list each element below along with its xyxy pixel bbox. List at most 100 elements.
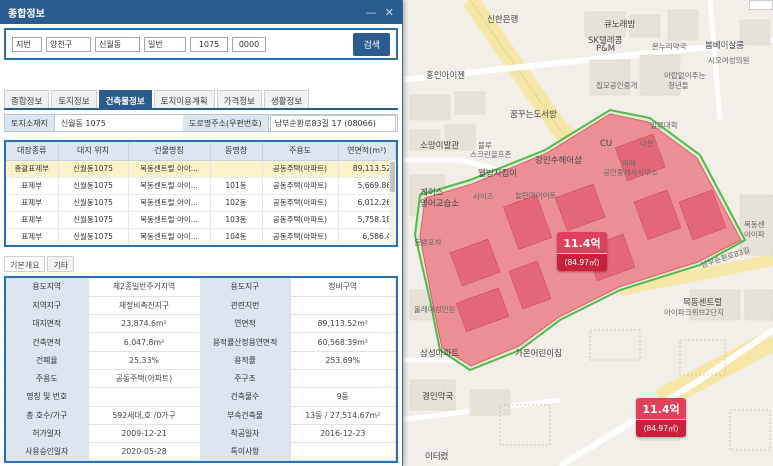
lot-type-select[interactable]: 일반 [144, 36, 186, 52]
map-label[interactable]: 소망이발관 [420, 139, 459, 151]
map-label[interactable]: 더몬 [640, 138, 654, 149]
detail-key: 건폐율 [6, 351, 89, 370]
detail-value: 89,113.52m² [290, 314, 396, 334]
close-icon[interactable]: ✕ [385, 6, 394, 19]
map-label[interactable]: 일류대학 [650, 120, 678, 131]
map-label[interactable]: CU [600, 139, 612, 149]
price-badge[interactable]: 11.4억 (84.97㎡) [557, 232, 607, 271]
detail-value: 공동주택(아파트) [88, 369, 201, 389]
minimize-icon[interactable]: — [366, 6, 377, 19]
table-cell: 표제부 [6, 177, 59, 195]
detail-key: 관련지번 [200, 296, 291, 316]
table-cell: 표제부 [6, 194, 59, 212]
price-area: (84.97㎡) [557, 253, 607, 271]
tab-other[interactable]: 기타 [47, 256, 75, 272]
table-scrollbar[interactable] [389, 160, 396, 245]
table-cell: 6,012.26 [338, 194, 396, 212]
district-select[interactable]: 양천구 [46, 36, 91, 52]
table-cell: 표제부 [6, 211, 59, 229]
detail-value [290, 442, 396, 462]
table-cell: 5,669.86 [338, 177, 396, 195]
detail-tabs: 기본개요 기타 [4, 256, 398, 272]
map-label[interactable]: 홍인아이젠 [426, 69, 465, 81]
dong-select[interactable]: 신월동 [95, 36, 140, 52]
col-header[interactable]: 연면적(m²) [338, 142, 396, 161]
col-header[interactable]: 건물명칭 [128, 142, 211, 161]
col-header[interactable]: 대장종류 [6, 142, 59, 161]
search-type-select[interactable]: 지번 [12, 36, 42, 52]
table-cell [210, 160, 263, 178]
tab-living[interactable]: 생활정보 [263, 90, 310, 108]
map-label[interactable]: 올레아성인원 [414, 304, 455, 315]
map-label[interactable]: 이터렸 [425, 450, 448, 462]
price-value: 11.4억 [636, 398, 686, 419]
tab-building[interactable]: 건축물정보 [98, 90, 152, 108]
map-label[interactable]: 영어교습소 [420, 197, 459, 209]
table-cell: 6,586.4 [338, 228, 396, 245]
detail-value: 재정비촉진지구 [88, 296, 201, 316]
table-cell: 신월동1075 [58, 194, 129, 212]
map-label[interactable]: 동방포차 [414, 237, 442, 248]
map-label[interactable]: 큐노래방 [604, 18, 635, 30]
detail-value: 2009-12-21 [88, 424, 201, 444]
map-label[interactable]: 온누리약국 [652, 41, 687, 52]
map-label[interactable]: 스크린골프존 [470, 149, 511, 160]
map-label[interactable]: 사이즈 [473, 191, 494, 202]
map-label[interactable]: 시오여성의원 [708, 55, 749, 66]
main-number-input[interactable]: 1075 [190, 36, 228, 52]
table-row[interactable]: 표제부 신월동1075 목동센트럴 아이... 103동 공동주택(아파트) 5… [6, 211, 396, 229]
map-label[interactable]: 꿈꾸는도서방 [510, 108, 557, 120]
road-address-label: 도로명주소(우편번호) [183, 115, 269, 131]
map-label[interactable]: 공인중개사사무소 [603, 167, 658, 178]
table-cell: 신월동1075 [58, 160, 129, 178]
detail-key: 주용도 [6, 369, 89, 389]
table-cell: 목동센트럴 아이... [128, 160, 211, 178]
map-label[interactable]: 놀란마이어트 [515, 190, 556, 201]
table-row[interactable]: 총괄표제부 신월동1075 목동센트럴 아이... 공동주택(아파트) 89,1… [6, 160, 396, 178]
table-row[interactable]: 표제부 신월동1075 목동센트럴 아이... 102동 공동주택(아파트) 6… [6, 194, 396, 212]
tab-land-use[interactable]: 토지이용계획 [153, 90, 215, 108]
road-address-value: 남부순환로83길 17 (08066) [269, 114, 397, 132]
col-header[interactable]: 대지 위치 [58, 142, 129, 161]
map-label[interactable]: 청년들 [668, 80, 689, 91]
detail-key: 지역지구 [6, 296, 89, 316]
col-header[interactable]: 주용도 [262, 142, 339, 161]
map-label[interactable]: 신한은행 [487, 13, 518, 25]
table-cell: 104동 [210, 228, 263, 245]
detail-key: 특이사항 [200, 442, 291, 462]
map-label[interactable]: 아이파크위브2단지 [664, 307, 724, 318]
map-label[interactable]: P&M [596, 44, 615, 54]
table-cell: 총괄표제부 [6, 160, 59, 178]
scrollbar-thumb[interactable] [390, 162, 395, 192]
detail-value: 정비구역 [290, 278, 396, 297]
map-label[interactable]: 집모공인중개 [596, 80, 637, 91]
tab-price[interactable]: 가격정보 [216, 90, 262, 108]
panel-titlebar[interactable]: 종합정보 — ✕ [0, 0, 402, 24]
map-label[interactable]: 삼성아파트 [420, 347, 459, 359]
map-label[interactable]: 경인약국 [422, 390, 453, 402]
detail-value: 592세대,호 /0가구 [88, 406, 201, 425]
land-location-label: 토지소재지 [5, 115, 55, 131]
map-corner-control[interactable] [749, 0, 773, 10]
detail-row: 용도지역 제2종일반주거지역 용도지구 정비구역 [6, 278, 396, 297]
price-badge[interactable]: 11.4억 (84.97㎡) [636, 398, 686, 437]
detail-value [88, 387, 201, 407]
tab-overview[interactable]: 종합정보 [4, 90, 50, 108]
tab-basic-summary[interactable]: 기본개요 [4, 256, 46, 272]
map-label[interactable]: 가온어린이집 [515, 347, 562, 359]
map-label[interactable]: 아이파 [744, 229, 765, 240]
tab-land[interactable]: 토지정보 [51, 90, 97, 108]
detail-key: 용적률산정용연면적 [200, 332, 291, 352]
sub-number-input[interactable]: 0000 [232, 36, 266, 52]
table-cell: 102동 [210, 194, 263, 212]
map-label[interactable]: 웰빙지킴이 [478, 167, 517, 179]
table-cell: 신월동1075 [58, 177, 129, 195]
map-label[interactable]: 봄베이살롱 [705, 39, 744, 51]
info-panel: 종합정보 — ✕ 지번 양천구 신월동 일반 1075 0000 검색 종합정보… [0, 0, 403, 466]
map-label[interactable]: 강민수헤어샵 [535, 154, 582, 166]
col-header[interactable]: 동명칭 [210, 142, 263, 161]
table-row[interactable]: 표제부 신월동1075 목동센트럴 아이... 104동 공동주택(아파트) 6… [6, 228, 396, 245]
table-row[interactable]: 표제부 신월동1075 목동센트럴 아이... 101동 공동주택(아파트) 5… [6, 177, 396, 195]
detail-key: 건축물수 [200, 387, 291, 407]
search-button[interactable]: 검색 [353, 32, 390, 56]
